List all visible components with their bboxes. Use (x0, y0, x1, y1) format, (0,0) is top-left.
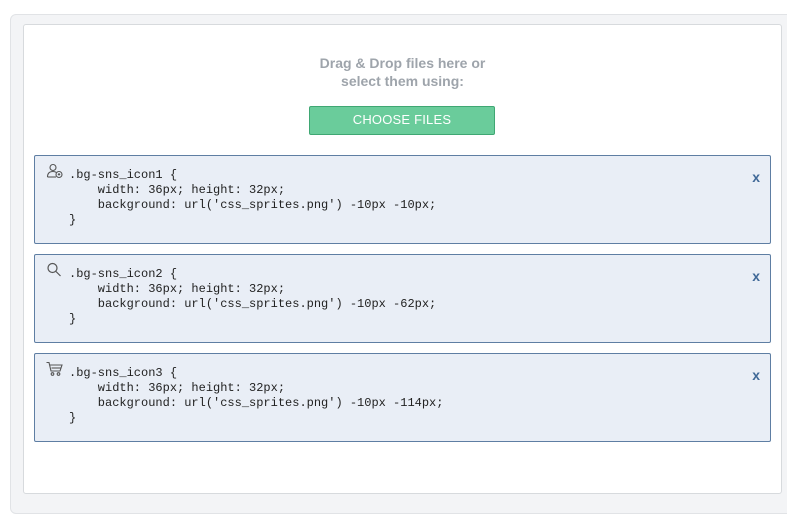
remove-file-button[interactable]: x (752, 367, 760, 383)
user-icon (46, 163, 64, 179)
remove-file-button[interactable]: x (752, 268, 760, 284)
cart-icon (46, 361, 64, 377)
css-code-block: .bg-sns_icon2 { width: 36px; height: 32p… (69, 267, 437, 326)
file-card-1: .bg-sns_icon1 { width: 36px; height: 32p… (34, 155, 771, 244)
choose-files-button[interactable]: CHOOSE FILES (309, 106, 495, 135)
dropzone-line-1: Drag & Drop files here or (319, 55, 486, 71)
search-icon (46, 262, 64, 278)
dropzone-instructions: Drag & Drop files here or select them us… (23, 54, 782, 90)
file-card-3: .bg-sns_icon3 { width: 36px; height: 32p… (34, 353, 771, 442)
dropzone-line-2: select them using: (341, 73, 464, 89)
file-card-2: .bg-sns_icon2 { width: 36px; height: 32p… (34, 254, 771, 343)
css-code-block: .bg-sns_icon1 { width: 36px; height: 32p… (69, 168, 437, 227)
css-code-block: .bg-sns_icon3 { width: 36px; height: 32p… (69, 366, 444, 425)
remove-file-button[interactable]: x (752, 169, 760, 185)
